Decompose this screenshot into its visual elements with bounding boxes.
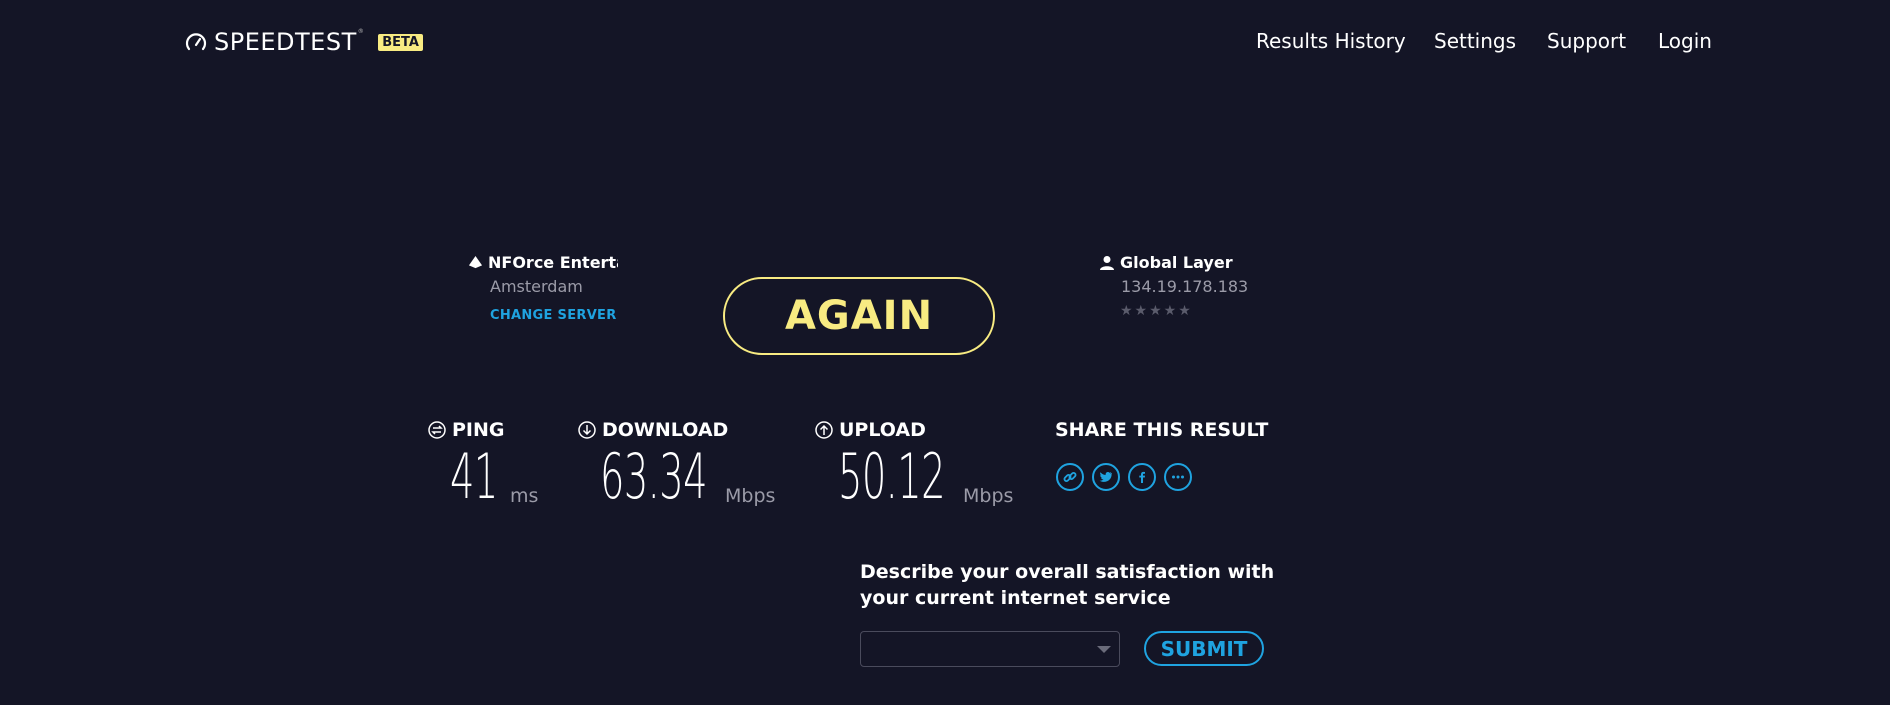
upload-label: UPLOAD [839, 419, 926, 441]
link-icon [1063, 472, 1077, 482]
server-name: NFOrce Enterta [488, 253, 618, 272]
share-more-button[interactable] [1164, 463, 1192, 491]
survey-question: Describe your overall satisfaction with … [860, 561, 1275, 609]
upload-value: 50.12 [838, 440, 946, 513]
download-label-group: DOWNLOAD [578, 419, 728, 441]
facebook-icon [1139, 471, 1145, 483]
speedometer-icon [185, 33, 207, 51]
upload-unit: Mbps [963, 485, 1014, 507]
submit-button[interactable]: SUBMIT [1144, 631, 1264, 666]
isp-name: Global Layer [1120, 253, 1233, 272]
nav-settings[interactable]: Settings [1434, 29, 1516, 53]
again-button[interactable]: AGAIN [723, 277, 995, 355]
speedtest-logo[interactable]: SPEEDTEST® BETA [184, 28, 423, 56]
ping-label: PING [452, 419, 505, 441]
download-label: DOWNLOAD [602, 419, 729, 441]
share-link-button[interactable] [1056, 463, 1084, 491]
server-info: NFOrce Enterta [467, 253, 618, 272]
isp-ip: 134.19.178.183 [1121, 277, 1249, 296]
logo-text: SPEEDTEST® [214, 28, 365, 56]
server-pin-icon [468, 255, 483, 269]
share-facebook-button[interactable] [1128, 463, 1156, 491]
ping-unit: ms [510, 485, 539, 507]
more-icon [1172, 475, 1184, 479]
upload-icon [815, 421, 833, 439]
download-value: 63.34 [600, 440, 708, 513]
server-location: Amsterdam [490, 277, 583, 296]
isp-rating-stars[interactable]: ★★★★★ [1120, 302, 1193, 319]
twitter-icon [1099, 472, 1113, 482]
nav-login[interactable]: Login [1658, 29, 1712, 53]
share-icons [1056, 463, 1192, 491]
ping-value: 41 [450, 440, 498, 513]
download-icon [578, 421, 596, 439]
beta-badge: BETA [378, 33, 423, 51]
change-server-link[interactable]: CHANGE SERVER [490, 308, 617, 323]
ping-label-group: PING [428, 419, 505, 441]
nav-results-history[interactable]: Results History [1256, 29, 1406, 53]
ping-icon [428, 421, 446, 439]
nav-support[interactable]: Support [1547, 29, 1626, 53]
user-icon [1100, 255, 1114, 270]
upload-label-group: UPLOAD [815, 419, 926, 441]
caret-down-icon [1097, 646, 1111, 653]
satisfaction-select[interactable] [860, 631, 1120, 667]
isp-info: Global Layer [1099, 253, 1233, 272]
share-title: SHARE THIS RESULT [1055, 419, 1269, 441]
download-unit: Mbps [725, 485, 776, 507]
share-twitter-button[interactable] [1092, 463, 1120, 491]
